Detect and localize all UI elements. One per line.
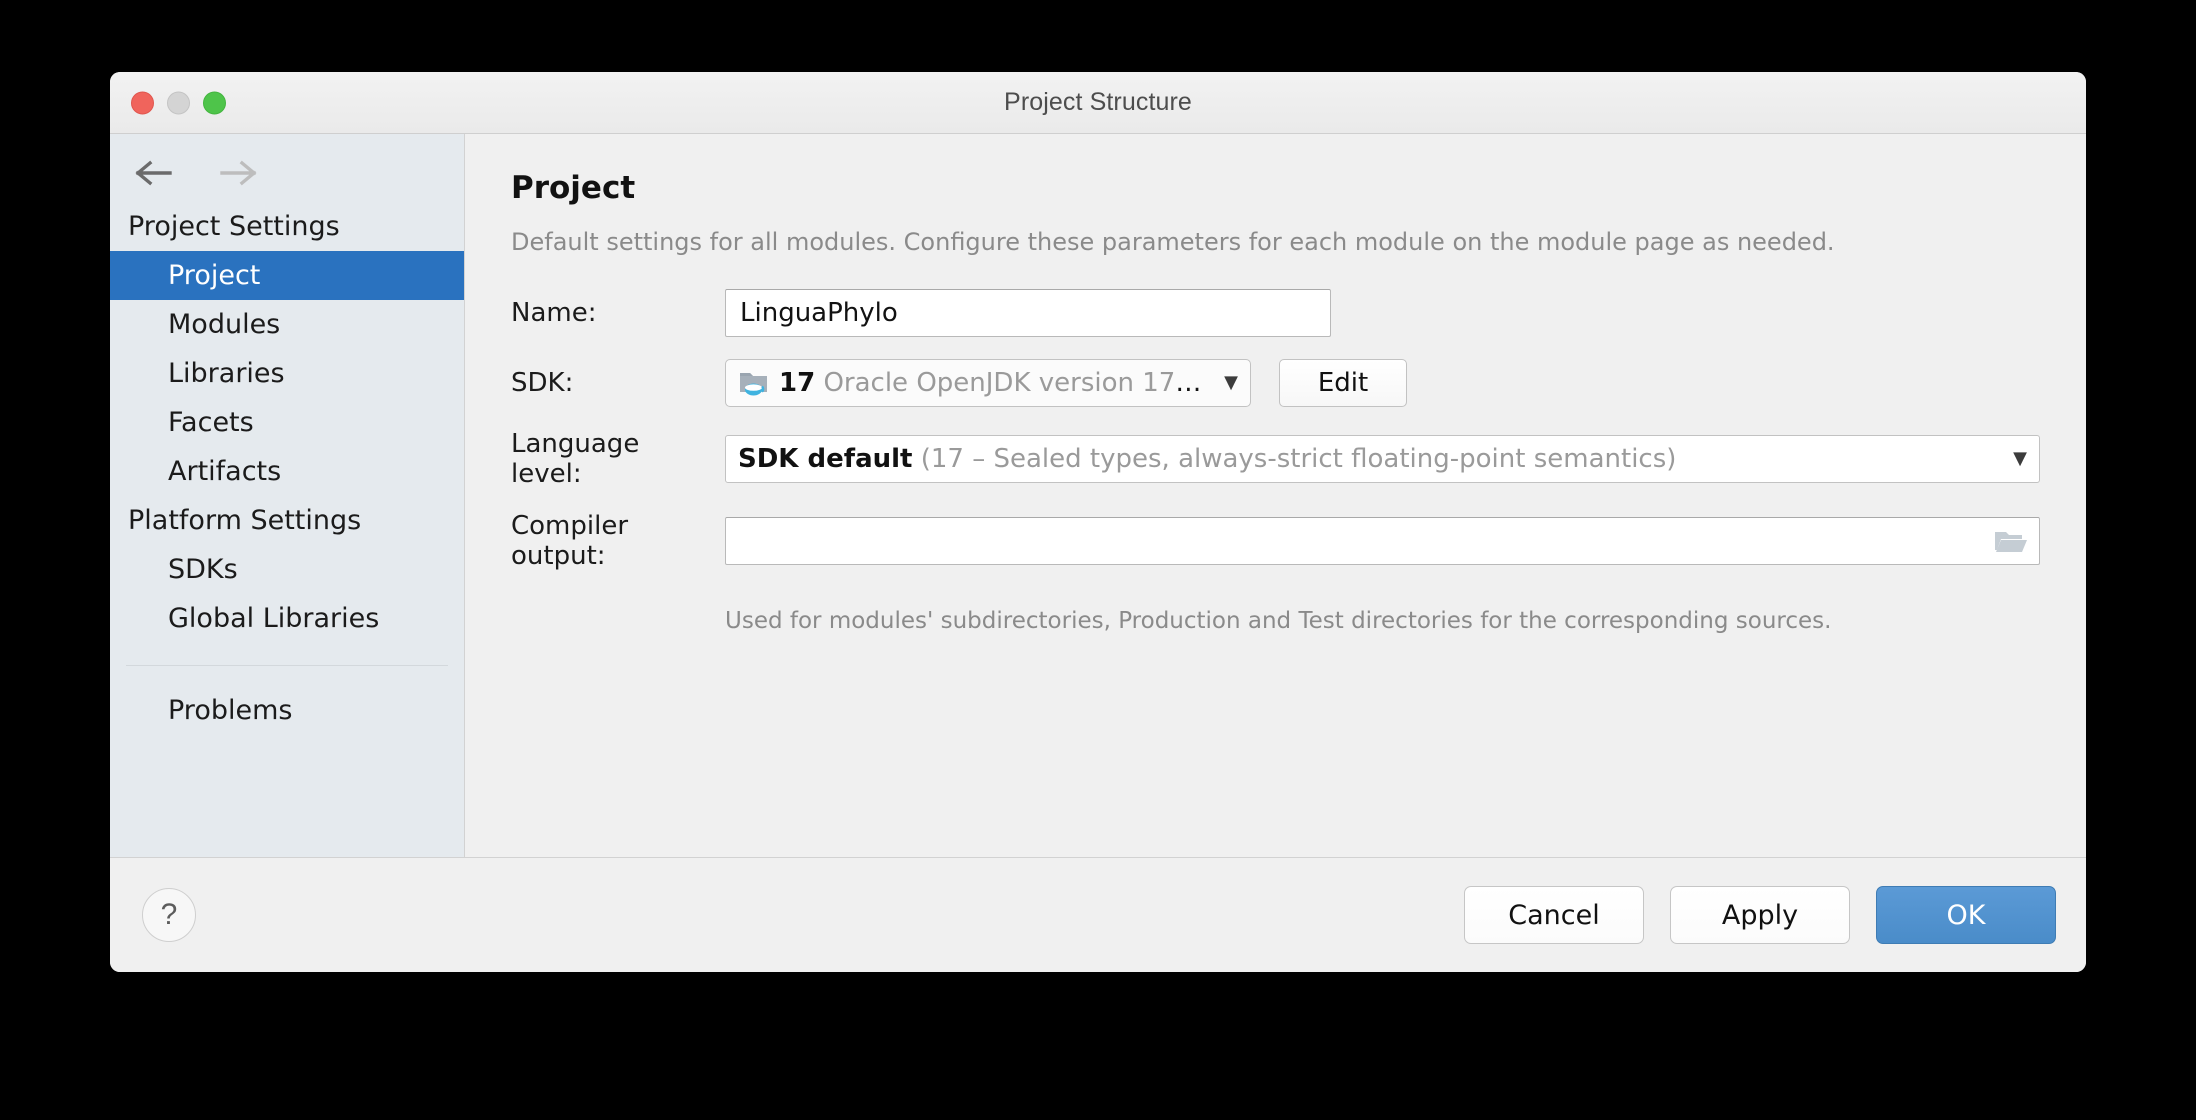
arrow-left-icon[interactable] <box>134 158 174 188</box>
page-title: Project <box>511 170 636 206</box>
language-level-detail: (17 – Sealed types, always-strict floati… <box>920 444 1677 475</box>
sdk-row: SDK: 17 Oracle OpenJDK version 17.0.2 ▼ … <box>511 359 2040 408</box>
dialog-footer: ? Cancel Apply OK <box>110 858 2086 972</box>
window-title: Project Structure <box>1004 88 1192 116</box>
language-level-row: Language level: SDK default (17 – Sealed… <box>511 429 2040 489</box>
settings-sidebar: Project Settings Project Modules Librari… <box>110 134 465 857</box>
language-level-value: SDK default (17 – Sealed types, always-s… <box>738 444 1676 474</box>
ok-button[interactable]: OK <box>1876 886 2056 944</box>
sdk-dropdown[interactable]: 17 Oracle OpenJDK version 17.0.2 ▼ <box>725 359 1251 408</box>
sidebar-item-global-libraries[interactable]: Global Libraries <box>110 594 464 643</box>
compiler-output-hint-wrap: Used for modules' subdirectories, Produc… <box>511 593 2040 636</box>
compiler-output-hint: Used for modules' subdirectories, Produc… <box>725 608 1832 635</box>
project-settings-panel: Project Default settings for all modules… <box>465 134 2086 857</box>
sidebar-item-problems[interactable]: Problems <box>110 686 464 735</box>
maximize-button[interactable] <box>203 91 226 114</box>
sidebar-group-platform-settings: Platform Settings <box>128 505 362 537</box>
sidebar-item-artifacts[interactable]: Artifacts <box>110 447 464 496</box>
sidebar-item-libraries[interactable]: Libraries <box>110 349 464 398</box>
footer-actions: Cancel Apply OK <box>1464 886 2056 944</box>
language-level-dropdown[interactable]: SDK default (17 – Sealed types, always-s… <box>725 435 2040 484</box>
project-structure-window: Project Structure Project Settings Proje… <box>110 72 2086 972</box>
compiler-output-row: Compiler output: <box>511 511 2040 571</box>
chevron-down-icon[interactable]: ▼ <box>1997 450 2027 468</box>
hint-spacer <box>511 593 725 636</box>
sdk-version-description: Oracle OpenJDK version 17.0.2 <box>823 368 1209 399</box>
arrow-right-icon <box>218 158 258 188</box>
edit-sdk-button[interactable]: Edit <box>1279 359 1407 408</box>
sidebar-item-project[interactable]: Project <box>110 251 464 301</box>
compiler-output-input[interactable] <box>725 517 2040 566</box>
project-name-value: LinguaPhylo <box>740 298 898 329</box>
close-button[interactable] <box>131 91 154 114</box>
chevron-down-icon[interactable]: ▼ <box>1208 374 1238 392</box>
language-level-label: Language level: <box>511 429 640 490</box>
sidebar-divider <box>126 665 448 667</box>
project-form: Name: LinguaPhylo SDK: 17 Oracle OpenJDK… <box>511 289 2040 636</box>
cancel-button[interactable]: Cancel <box>1464 886 1644 944</box>
name-row: Name: LinguaPhylo <box>511 289 2040 338</box>
project-name-input[interactable]: LinguaPhylo <box>725 289 1331 338</box>
jdk-folder-icon <box>738 369 770 397</box>
dialog-body: Project Settings Project Modules Librari… <box>110 134 2086 858</box>
window-titlebar: Project Structure <box>110 72 2086 134</box>
help-button[interactable]: ? <box>142 888 196 942</box>
sidebar-navigation <box>110 134 464 202</box>
sdk-version-number: 17 <box>779 368 816 399</box>
name-label: Name: <box>511 298 597 329</box>
apply-button[interactable]: Apply <box>1670 886 1850 944</box>
sidebar-group-project-settings: Project Settings <box>128 211 340 242</box>
sidebar-item-modules[interactable]: Modules <box>110 300 464 349</box>
sdk-value: 17 Oracle OpenJDK version 17.0.2 <box>779 368 1208 398</box>
sdk-label: SDK: <box>511 368 574 399</box>
folder-open-icon[interactable] <box>1993 527 2027 555</box>
compiler-output-label: Compiler output: <box>511 511 629 572</box>
sidebar-item-facets[interactable]: Facets <box>110 398 464 447</box>
page-description: Default settings for all modules. Config… <box>511 228 1835 257</box>
sidebar-item-sdks[interactable]: SDKs <box>110 545 464 594</box>
language-level-main: SDK default <box>738 444 913 475</box>
window-controls <box>131 91 226 114</box>
minimize-button[interactable] <box>167 91 190 114</box>
